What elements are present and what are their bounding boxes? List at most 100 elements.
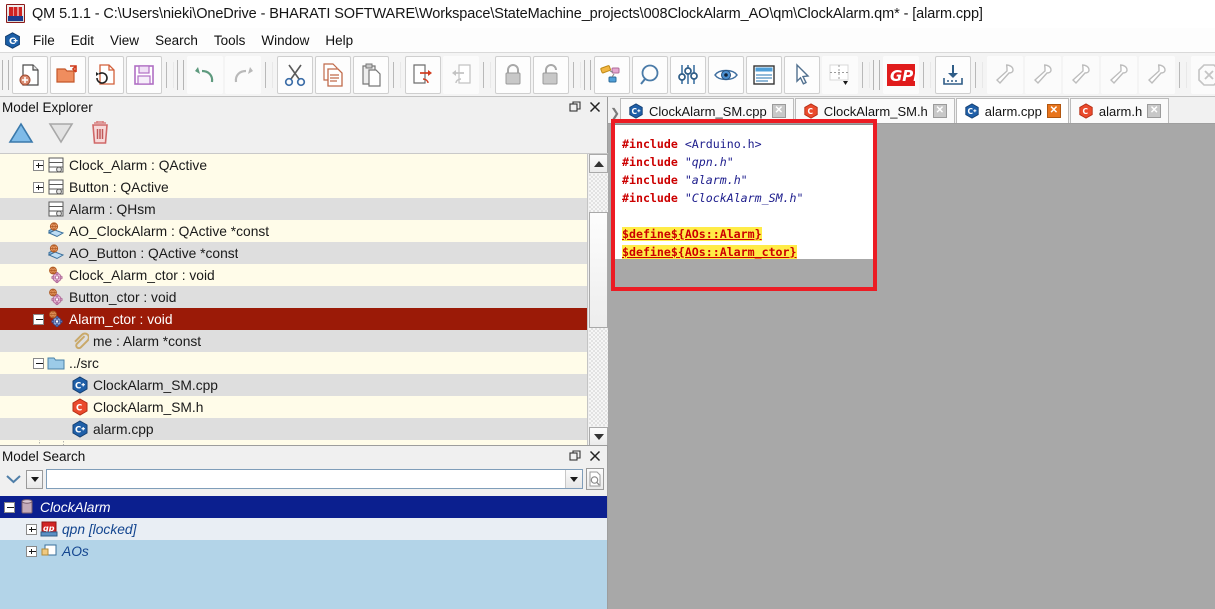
build-button-2[interactable] (1025, 55, 1061, 94)
build-button-1[interactable] (987, 55, 1023, 94)
restore-window-icon[interactable] (567, 99, 583, 115)
toolbar-grip[interactable] (584, 59, 591, 90)
tree-item-label: AO_Button : QActive *const (69, 245, 239, 261)
redo-button[interactable] (225, 55, 261, 94)
tree-item-label: ClockAlarm_SM.h (93, 399, 204, 415)
cut-button[interactable] (277, 55, 313, 94)
menu-tools[interactable]: Tools (207, 31, 253, 50)
code-editor[interactable]: #include <Arduino.h> #include "qpn.h" #i… (613, 124, 875, 259)
close-icon[interactable]: ✕ (771, 104, 786, 118)
save-model-button[interactable] (126, 55, 162, 94)
cpp-file-icon: C (71, 376, 89, 394)
search-result-label: qpn [locked] (62, 521, 137, 537)
expander-minus-icon[interactable] (33, 357, 44, 369)
tree-item-button[interactable]: Button : QActive (0, 176, 587, 198)
close-icon[interactable] (587, 99, 603, 115)
show-hide-button[interactable] (708, 55, 744, 94)
dropdown-arrow-icon[interactable] (26, 469, 43, 489)
restore-window-icon[interactable] (567, 448, 583, 464)
scroll-down-arrow-icon[interactable] (589, 427, 608, 445)
menu-view[interactable]: View (103, 31, 146, 50)
close-icon[interactable]: ✕ (1046, 104, 1061, 118)
toolbar-grip[interactable] (177, 59, 184, 90)
combo-arrow-icon[interactable] (565, 470, 582, 488)
search-result-label: ClockAlarm (40, 499, 111, 515)
expander-plus-icon[interactable] (26, 545, 37, 557)
lock-button[interactable] (495, 55, 531, 94)
close-icon[interactable]: ✕ (932, 104, 947, 118)
search-result-aos[interactable]: AOs (0, 540, 607, 562)
tree-item-clock-alarm[interactable]: Clock_Alarm : QActive (0, 154, 587, 176)
build-button-4[interactable] (1101, 55, 1137, 94)
menu-search[interactable]: Search (148, 31, 205, 50)
menu-edit[interactable]: Edit (64, 31, 101, 50)
tree-item-clockalarm-sm-cpp[interactable]: C ClockAlarm_SM.cpp (0, 374, 587, 396)
stop-build-button[interactable] (1191, 55, 1215, 94)
move-up-button[interactable] (8, 121, 34, 150)
search-result-clockalarm[interactable]: ClockAlarm (0, 496, 607, 518)
tab-overflow-icon[interactable]: ❯ (610, 103, 620, 123)
tree-item-clockalarm-sm-h[interactable]: C ClockAlarm_SM.h (0, 396, 587, 418)
new-model-button[interactable] (12, 55, 48, 94)
tree-item-src-folder[interactable]: ../src (0, 352, 587, 374)
license-button[interactable]: GPL (883, 55, 919, 94)
window-title: QM 5.1.1 - C:\Users\nieki\OneDrive - BHA… (32, 5, 983, 22)
tree-item-alarm[interactable]: Alarm : QHsm (0, 198, 587, 220)
define-macro-alarm-ctor[interactable]: $define${AOs::Alarm_ctor} (622, 245, 797, 259)
tree-item-button-ctor[interactable]: Button_ctor : void (0, 286, 587, 308)
expander-plus-icon[interactable] (26, 523, 37, 535)
menu-help[interactable]: Help (318, 31, 360, 50)
tab-alarm-cpp[interactable]: C alarm.cpp ✕ (955, 98, 1069, 123)
tree-item-me-param[interactable]: me : Alarm *const (0, 330, 587, 352)
tree-item-ao-clockalarm[interactable]: AO_ClockAlarm : QActive *const (0, 220, 587, 242)
tab-clockalarm-sm-cpp[interactable]: C ClockAlarm_SM.cpp ✕ (620, 98, 794, 123)
model-tree-scrollbar[interactable] (587, 154, 608, 445)
scrollbar-thumb[interactable] (589, 212, 608, 328)
code-line: $define${AOs::Alarm} (622, 225, 875, 243)
show-diagram-button[interactable] (594, 55, 630, 94)
move-down-button[interactable] (48, 121, 74, 150)
expander-minus-icon[interactable] (4, 501, 15, 513)
chevron-down-icon[interactable] (3, 472, 23, 486)
menu-window[interactable]: Window (254, 31, 316, 50)
copy-button[interactable] (315, 55, 351, 94)
toolbar-grip[interactable] (2, 59, 9, 90)
grid-dropdown-button[interactable] (822, 55, 858, 94)
toolbar-separator (265, 61, 273, 88)
tree-item-alarm-ctor[interactable]: Alarm_ctor : void (0, 308, 587, 330)
build-button-3[interactable] (1063, 55, 1099, 94)
expander-minus-icon[interactable] (33, 313, 44, 325)
tree-item-alarm-cpp[interactable]: C alarm.cpp (0, 418, 587, 440)
select-tool-button[interactable] (784, 55, 820, 94)
tab-clockalarm-sm-h[interactable]: C ClockAlarm_SM.h ✕ (794, 98, 955, 123)
scroll-up-arrow-icon[interactable] (589, 154, 608, 173)
undo-button[interactable] (187, 55, 223, 94)
tree-item-ao-button[interactable]: AO_Button : QActive *const (0, 242, 587, 264)
search-result-qpn[interactable]: qp qpn [locked] (0, 518, 607, 540)
preferences-button[interactable] (670, 55, 706, 94)
open-model-button[interactable] (50, 55, 86, 94)
model-tree[interactable]: Clock_Alarm : QActive Button : QActive A… (0, 153, 608, 445)
expander-plus-icon[interactable] (33, 159, 44, 171)
find-document-icon[interactable] (586, 468, 604, 490)
close-icon[interactable] (587, 448, 603, 464)
code-view-button[interactable] (746, 55, 782, 94)
toolbar-grip[interactable] (873, 59, 880, 90)
reload-model-button[interactable] (88, 55, 124, 94)
unlock-button[interactable] (533, 55, 569, 94)
build-button-5[interactable] (1139, 55, 1175, 94)
generate-code-button[interactable] (935, 55, 971, 94)
close-icon[interactable]: ✕ (1147, 104, 1162, 118)
define-macro-alarm[interactable]: $define${AOs::Alarm} (622, 227, 762, 241)
zoom-button[interactable] (632, 55, 668, 94)
tab-alarm-h[interactable]: C alarm.h ✕ (1069, 98, 1170, 123)
expander-plus-icon[interactable] (33, 181, 44, 193)
tree-item-clock-alarm-ctor[interactable]: Clock_Alarm_ctor : void (0, 264, 587, 286)
goto-definition-button[interactable] (405, 55, 441, 94)
model-search-results[interactable]: ClockAlarm qp qpn [locked] AOs (0, 496, 607, 609)
menu-file[interactable]: File (26, 31, 62, 50)
paste-button[interactable] (353, 55, 389, 94)
search-input[interactable] (46, 469, 583, 489)
goto-declaration-button[interactable] (443, 55, 479, 94)
trash-icon[interactable] (88, 119, 112, 150)
